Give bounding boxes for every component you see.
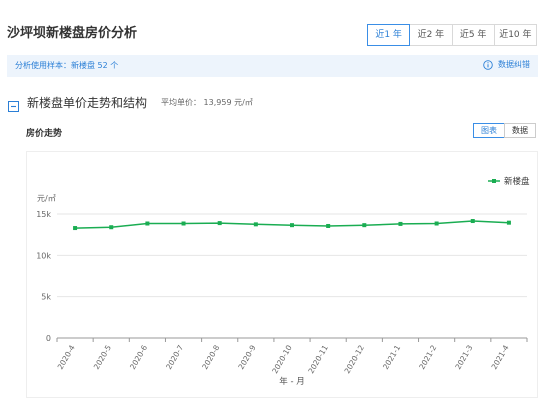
data-point — [109, 225, 114, 230]
section-title: 新楼盘单价走势和结构 — [27, 96, 148, 110]
data-point — [290, 223, 294, 228]
data-feedback-label: 数据纠错 — [498, 60, 530, 69]
x-tick-label: 2020-6 — [128, 343, 149, 371]
x-tick-label: 2020-12 — [343, 343, 367, 375]
x-tick-label: 2020-9 — [236, 343, 257, 371]
price-trend-chart: 0 5k 10k 15k 元/㎡ 2020-4 2020-5 2020-6 2020-7 2020… — [26, 151, 538, 398]
x-tick-label: 2020-7 — [164, 343, 185, 371]
y-tick-label: 5k — [41, 293, 51, 302]
x-tick-label: 2020-10 — [270, 343, 294, 375]
line-chart: 0 5k 10k 15k 元/㎡ 2020-4 2020-5 2020-6 2020-7 2020… — [36, 176, 530, 387]
data-point — [398, 221, 403, 226]
data-point — [73, 226, 78, 231]
x-tick-label: 2021-4 — [490, 343, 511, 371]
sample-count-text: 分析使用样本：新楼盘 52 个 — [15, 61, 119, 70]
data-point — [326, 223, 331, 228]
y-tick-label: 10k — [36, 251, 51, 260]
data-feedback-link[interactable]: 数据纠错 — [483, 59, 530, 70]
legend-marker — [492, 179, 496, 183]
y-tick-label: 15k — [36, 210, 51, 219]
info-circle-icon — [483, 59, 493, 70]
x-tick-label: 2021-2 — [417, 343, 438, 371]
x-tick-label: 2020-5 — [92, 343, 113, 371]
tab-10-years[interactable]: 近10 年 — [493, 24, 537, 46]
data-view-button[interactable]: 数据 — [504, 123, 536, 138]
x-tick-label: 2020-11 — [306, 343, 330, 375]
tab-1-year[interactable]: 近1 年 — [367, 24, 411, 46]
page-title: 沙坪坝新楼盘房价分析 — [7, 26, 138, 41]
chart-view-button[interactable]: 图表 — [473, 123, 505, 138]
chart-panel-label: 房价走势 — [26, 129, 63, 139]
data-point — [470, 219, 475, 224]
tab-5-years[interactable]: 近5 年 — [451, 24, 495, 46]
data-point — [506, 220, 511, 225]
average-price-text: 平均单价： 13,959 元/㎡ — [161, 98, 253, 107]
chart-view-toggle: 图表 数据 — [473, 123, 536, 138]
y-tick-label: 0 — [46, 334, 51, 343]
x-tick-label: 2020-8 — [200, 343, 221, 371]
data-point — [434, 221, 439, 226]
y-axis-unit-label: 元/㎡ — [37, 194, 56, 203]
data-point — [217, 221, 222, 226]
time-range-tabs: 近1 年 近2 年 近5 年 近10 年 — [367, 24, 537, 46]
sample-info-bar: 分析使用样本：新楼盘 52 个 数据纠错 — [7, 55, 538, 77]
data-point — [181, 221, 186, 226]
data-point — [362, 223, 367, 228]
x-tick-label: 2020-4 — [56, 343, 77, 371]
legend-label: 新楼盘 — [504, 176, 530, 187]
x-tick-label: 2021-3 — [453, 343, 474, 371]
data-point — [253, 222, 258, 227]
x-tick-label: 2021-1 — [381, 343, 402, 371]
tab-2-years[interactable]: 近2 年 — [409, 24, 453, 46]
collapse-minus-icon[interactable] — [8, 97, 19, 112]
x-axis-title: 年 - 月 — [279, 376, 304, 387]
data-point — [145, 221, 150, 226]
section-header: 新楼盘单价走势和结构 平均单价： 13,959 元/㎡ — [8, 94, 253, 112]
